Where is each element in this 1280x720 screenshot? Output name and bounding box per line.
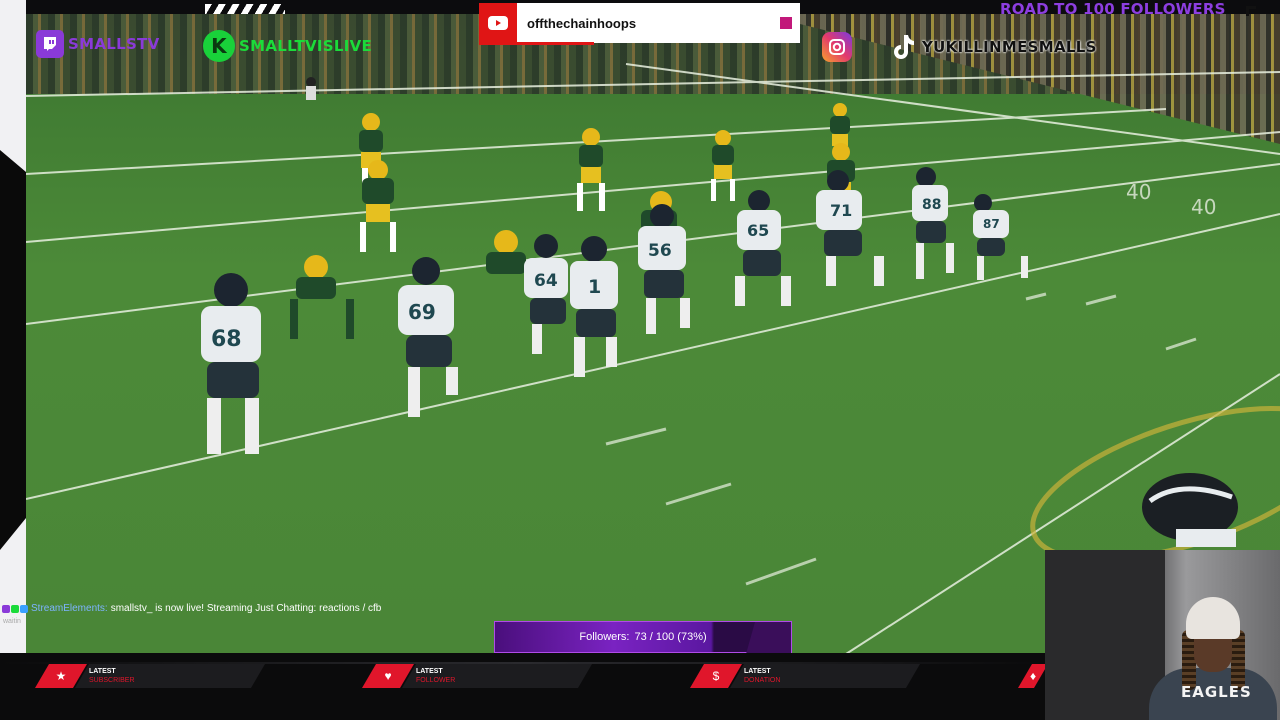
jersey-number: 65 bbox=[747, 221, 769, 240]
shirt-text: EAGLES bbox=[1181, 683, 1252, 701]
jersey-number: 56 bbox=[648, 241, 672, 261]
latest-subscriber: ★ LATEST SUBSCRIBER bbox=[35, 663, 265, 689]
follower-goal-bar: Followers: 73 / 100 (73%) bbox=[494, 621, 792, 654]
chat-footer: waitin bbox=[3, 618, 21, 625]
chat-text: smallstv_ is now live! Streaming Just Ch… bbox=[110, 603, 382, 614]
latest-subscriber-subtitle: SUBSCRIBER bbox=[89, 677, 135, 684]
jersey-number: 88 bbox=[922, 197, 941, 213]
replay-helmet-graphic bbox=[1142, 473, 1238, 547]
latest-follower-subtitle: FOLLOWER bbox=[416, 677, 456, 684]
latest-follower-box: LATEST FOLLOWER bbox=[402, 664, 592, 688]
twitch-icon bbox=[36, 30, 64, 58]
road-to-followers-title: ROAD TO 100 FOLLOWERS bbox=[1000, 0, 1226, 18]
yard-number: 40 bbox=[1191, 195, 1216, 219]
stream-overlay: 40 40 68 69 64 1 56 65 71 88 87 SMALLSTV… bbox=[0, 0, 1280, 720]
chat-username: StreamElements: bbox=[31, 603, 108, 614]
badge-icon bbox=[11, 604, 19, 613]
yard-number: 40 bbox=[1126, 180, 1151, 204]
youtube-marker bbox=[780, 17, 792, 29]
latest-donation-title: LATEST bbox=[744, 668, 771, 675]
latest-subscriber-title: LATEST bbox=[89, 668, 116, 675]
latest-donation-box: LATEST DONATION bbox=[730, 664, 920, 688]
jersey-number: 71 bbox=[830, 201, 852, 220]
tiktok-handle: YUKILLINMESMALLS bbox=[922, 38, 1097, 56]
latest-donation-subtitle: DONATION bbox=[744, 677, 781, 684]
jersey-number: 64 bbox=[534, 271, 558, 291]
goal-progress-text: 73 / 100 (73%) bbox=[634, 631, 707, 643]
twitch-handle: SMALLSTV bbox=[68, 35, 160, 53]
webcam-background bbox=[1045, 550, 1165, 720]
jersey-number: 69 bbox=[408, 300, 436, 324]
latest-subscriber-box: LATEST SUBSCRIBER bbox=[75, 664, 265, 688]
jersey-number: 1 bbox=[588, 276, 601, 298]
tiktok-icon bbox=[888, 32, 918, 62]
streamer-hat bbox=[1186, 597, 1240, 639]
tiktok-social[interactable]: YUKILLINMESMALLS bbox=[888, 32, 1097, 62]
youtube-icon bbox=[479, 3, 517, 43]
youtube-progress-line bbox=[479, 42, 594, 45]
gem-icon: ♦ bbox=[1018, 664, 1048, 688]
goal-flag bbox=[746, 622, 791, 654]
latest-donation: $ LATEST DONATION bbox=[690, 663, 920, 689]
jersey-number: 68 bbox=[211, 327, 242, 352]
jersey-number: 87 bbox=[983, 217, 1000, 231]
decorative-stripes bbox=[205, 4, 285, 14]
streamer-hair bbox=[1231, 630, 1245, 690]
instagram-social[interactable] bbox=[822, 32, 852, 62]
twitch-social[interactable]: SMALLSTV bbox=[36, 30, 160, 58]
chat-message: StreamElements: smallstv_ is now live! S… bbox=[2, 603, 381, 614]
kick-handle: SMALLTVISLIVE bbox=[239, 37, 373, 55]
kick-social[interactable]: K SMALLTVISLIVE bbox=[203, 30, 372, 62]
goal-label: Followers: bbox=[579, 631, 630, 643]
badge-icon bbox=[20, 604, 28, 613]
latest-follower: ♥ LATEST FOLLOWER bbox=[362, 663, 592, 689]
left-chevron-decoration bbox=[0, 150, 26, 550]
instagram-icon bbox=[822, 32, 852, 62]
streamer-webcam: EAGLES bbox=[1045, 550, 1280, 720]
youtube-channel-name: offthechainhoops bbox=[527, 15, 637, 31]
youtube-channel-bar[interactable]: offthechainhoops bbox=[479, 3, 800, 43]
kick-icon: K bbox=[203, 30, 235, 62]
latest-gem: ♦ bbox=[1018, 663, 1048, 689]
chat-badges bbox=[2, 604, 28, 613]
badge-icon bbox=[2, 604, 10, 613]
latest-follower-title: LATEST bbox=[416, 668, 443, 675]
